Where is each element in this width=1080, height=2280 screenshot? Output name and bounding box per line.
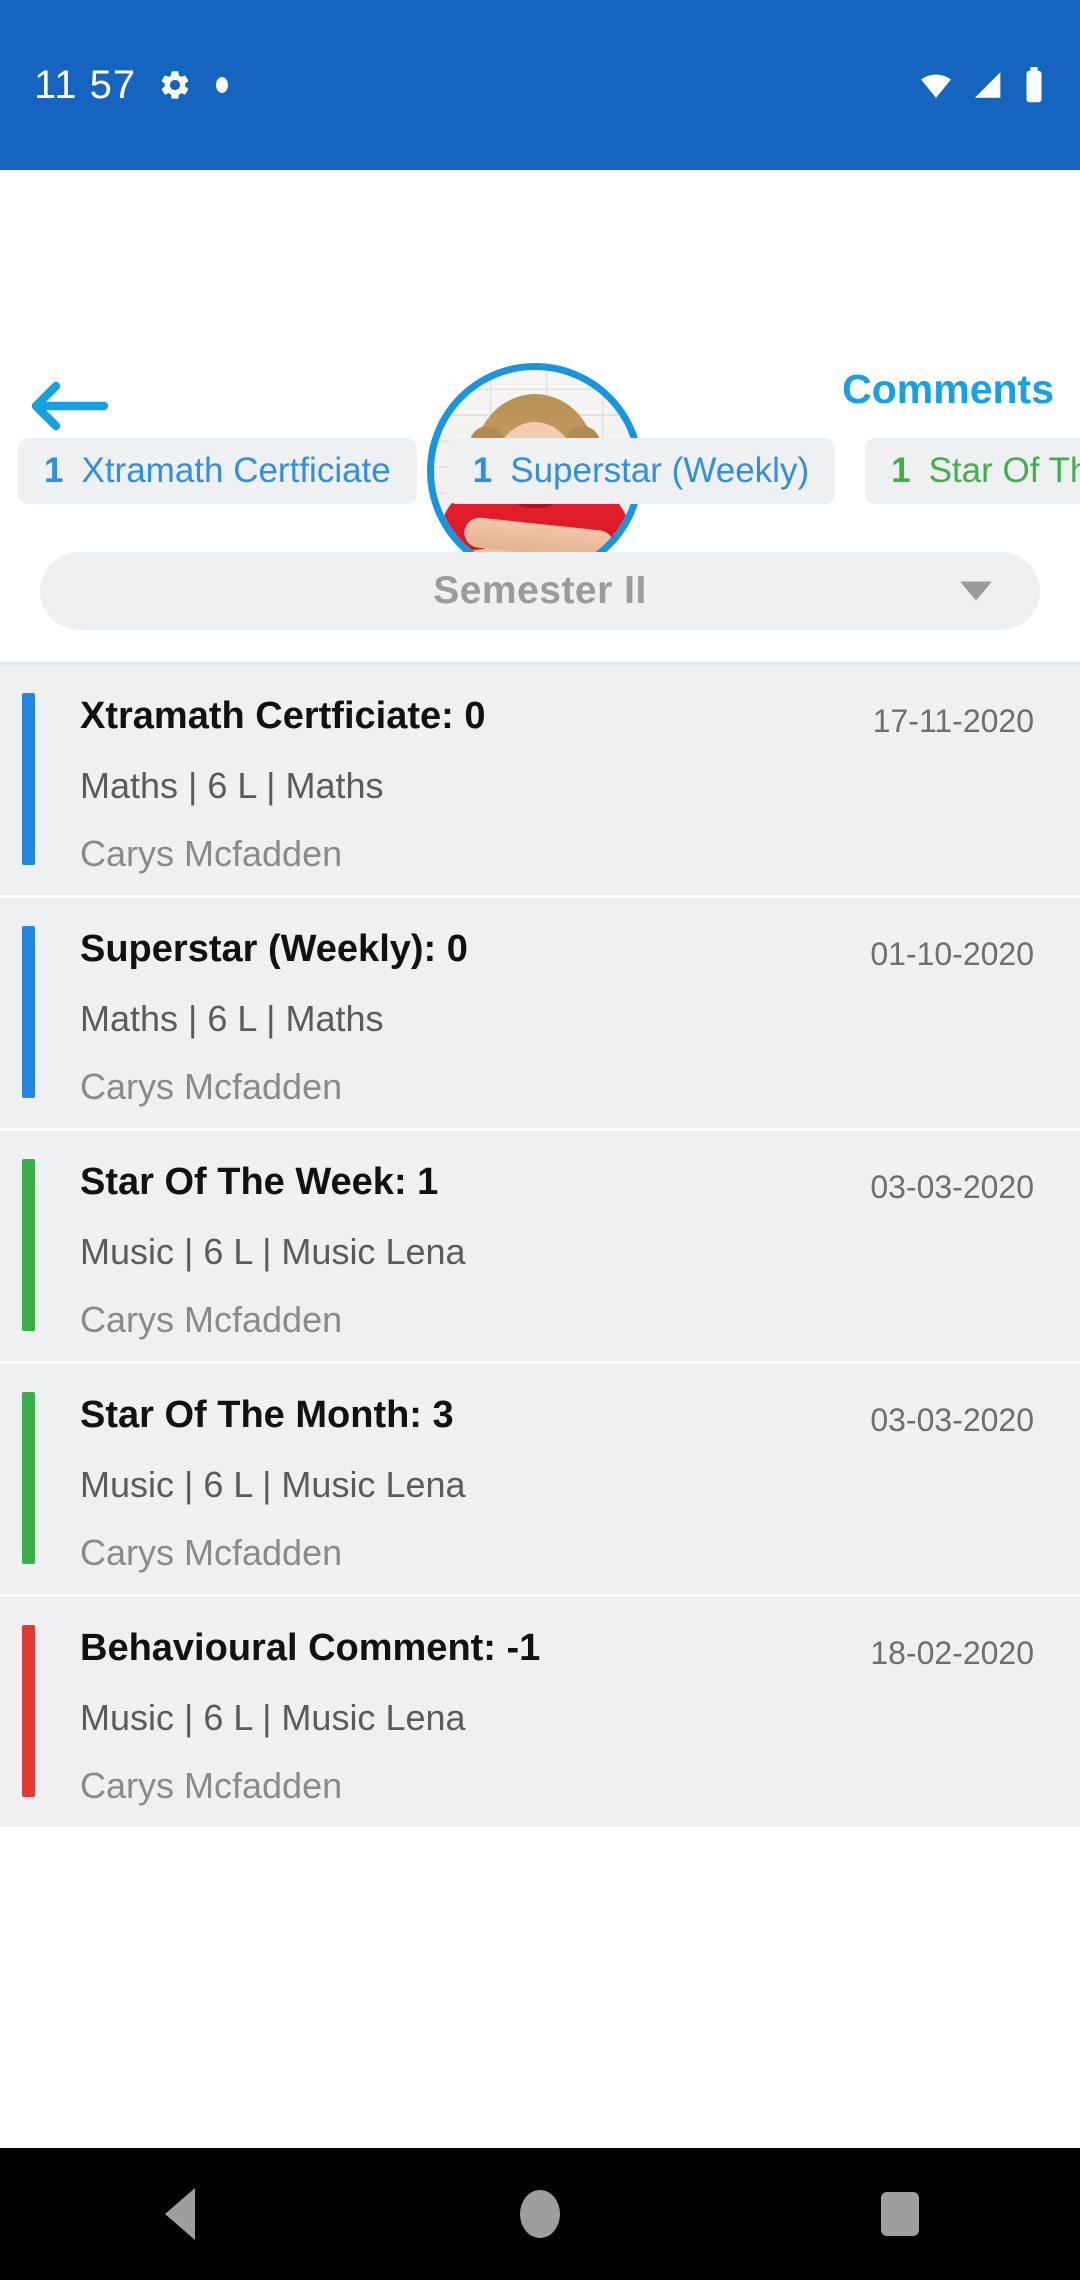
nav-home-button[interactable] [450,2148,630,2280]
award-person: Carys Mcfadden [80,1066,343,1107]
android-navigation-bar [0,2148,1080,2280]
chip-count: 1 [891,451,911,490]
chip-xtramath-certficiate[interactable]: 1 Xtramath Certficiate [18,438,417,504]
chip-count: 1 [472,451,493,490]
award-meta: Maths | 6 L | Maths [80,998,384,1039]
status-bar-left: 11 57 [34,65,230,105]
chip-star-of-the-week[interactable]: 1 Star Of The [865,438,1080,504]
cellular-signal-icon [970,68,1008,102]
award-summary-chips[interactable]: 1 Xtramath Certficiate 1 Superstar (Week… [0,428,1080,514]
award-row[interactable]: Star Of The Month: 3 03-03-2020 Music | … [0,1361,1080,1594]
semester-dropdown[interactable]: Semester II [40,552,1040,630]
wifi-icon [916,68,956,102]
app-header: Comments [0,170,1080,579]
award-meta: Music | 6 L | Music Lena [80,1697,466,1738]
award-person: Carys Mcfadden [80,833,343,874]
award-meta: Maths | 6 L | Maths [80,765,384,806]
award-person: Carys Mcfadden [80,1765,343,1806]
award-meta: Music | 6 L | Music Lena [80,1464,466,1505]
row-accent-bar [22,1625,35,1797]
award-row[interactable]: Superstar (Weekly): 0 01-10-2020 Maths |… [0,895,1080,1128]
chip-count: 1 [44,451,64,490]
status-bar: 11 57 [0,0,1080,170]
award-title: Star Of The Week: 1 [80,1161,439,1203]
row-accent-bar [22,1392,35,1564]
dot-icon [214,73,230,97]
battery-icon [1022,67,1046,103]
status-bar-clock: 11 57 [34,63,137,107]
square-recents-icon [881,2192,919,2236]
award-row[interactable]: Star Of The Week: 1 03-03-2020 Music | 6… [0,1128,1080,1361]
award-date: 18-02-2020 [870,1635,1034,1671]
nav-recents-button[interactable] [810,2148,990,2280]
comments-button[interactable]: Comments [842,366,1054,413]
triangle-back-icon [165,2188,195,2240]
award-row[interactable]: Behavioural Comment: -1 18-02-2020 Music… [0,1594,1080,1827]
status-bar-right [916,67,1046,103]
award-date: 03-03-2020 [870,1169,1034,1205]
chip-label: Star Of The [928,451,1080,490]
award-title: Star Of The Month: 3 [80,1394,454,1436]
award-date: 17-11-2020 [872,703,1034,739]
award-date: 01-10-2020 [870,936,1034,972]
row-accent-bar [22,1159,35,1331]
award-person: Carys Mcfadden [80,1532,343,1573]
semester-selected-value: Semester II [433,569,647,612]
gear-icon [158,68,192,102]
row-accent-bar [22,693,35,865]
chip-label: Superstar (Weekly) [510,451,810,490]
chip-label: Xtramath Certficiate [81,451,391,490]
award-row[interactable]: Xtramath Certficiate: 0 17-11-2020 Maths… [0,662,1080,895]
award-title: Superstar (Weekly): 0 [80,928,468,970]
award-meta: Music | 6 L | Music Lena [80,1231,466,1272]
chip-superstar-weekly[interactable]: 1 Superstar (Weekly) [446,438,836,504]
award-date: 03-03-2020 [870,1402,1034,1438]
award-person: Carys Mcfadden [80,1299,343,1340]
award-title: Behavioural Comment: -1 [80,1627,541,1669]
nav-back-button[interactable] [90,2148,270,2280]
chevron-down-icon [960,581,992,601]
circle-home-icon [520,2190,560,2238]
row-accent-bar [22,926,35,1098]
award-title: Xtramath Certficiate: 0 [80,695,486,737]
award-list: Xtramath Certficiate: 0 17-11-2020 Maths… [0,662,1080,1827]
